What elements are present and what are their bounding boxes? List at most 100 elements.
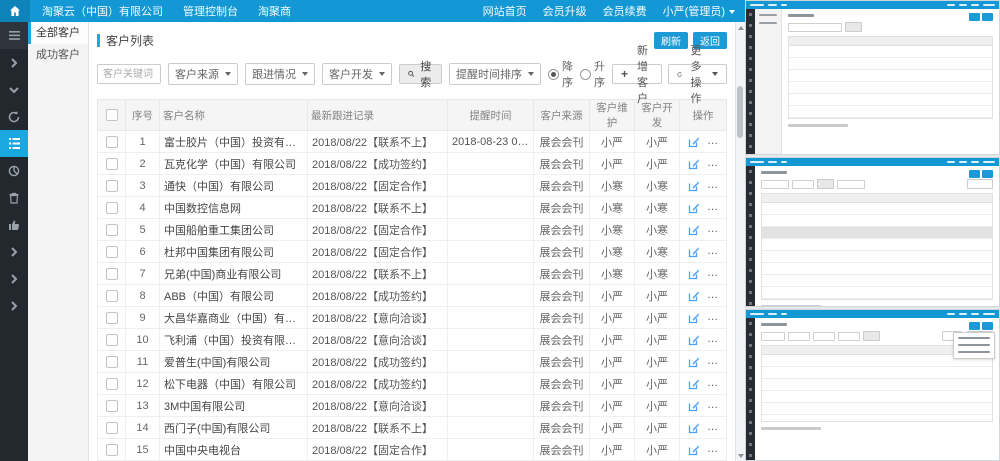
row-checkbox[interactable] [106, 334, 118, 346]
sort-asc-radio[interactable]: 升序 [580, 58, 605, 90]
nav-member-renew[interactable]: 会员续费 [603, 3, 647, 19]
sidebar-item-more-2[interactable] [0, 265, 28, 292]
edit-icon[interactable] [688, 136, 700, 148]
sidebar-item-all-customers[interactable]: 全部客户 [28, 22, 88, 44]
customer-developer: 小寒 [635, 241, 680, 263]
source-select[interactable]: 客户来源 [168, 63, 238, 85]
edit-icon[interactable] [688, 180, 700, 192]
edit-icon[interactable] [688, 246, 700, 258]
menu-icon [9, 31, 20, 40]
edit-icon[interactable] [688, 202, 700, 214]
preview-column [745, 0, 1000, 461]
scrollbar-down-arrow[interactable] [736, 451, 745, 460]
remind-time [448, 351, 534, 373]
row-checkbox[interactable] [106, 202, 118, 214]
row-checkbox[interactable] [106, 378, 118, 390]
delete-icon[interactable] [711, 400, 721, 412]
row-number: 10 [126, 329, 160, 351]
delete-icon[interactable] [711, 334, 721, 346]
more-actions-button[interactable]: 更多操作 [668, 64, 727, 84]
row-number: 7 [126, 263, 160, 285]
edit-icon[interactable] [688, 400, 700, 412]
delete-icon[interactable] [711, 180, 721, 192]
history-icon [8, 111, 20, 123]
delete-icon[interactable] [711, 378, 721, 390]
sidebar-item-more-1[interactable] [0, 238, 28, 265]
customer-row: 15 中国中央电视台 2018/08/22【固定合作】 展会会刊 小严 小严 [98, 439, 727, 461]
latest-record: 2018/08/22【成功签约】 [308, 373, 448, 395]
row-checkbox[interactable] [106, 246, 118, 258]
delete-icon[interactable] [711, 158, 721, 170]
sidebar-item-success-customers[interactable]: 成功客户 [28, 44, 88, 66]
sidebar-item-customer-list[interactable] [0, 130, 28, 157]
edit-icon[interactable] [688, 334, 700, 346]
nav-company[interactable]: 淘聚云（中国）有限公司 [42, 3, 163, 19]
customer-name: 中国数控信息网 [160, 197, 308, 219]
row-checkbox[interactable] [106, 180, 118, 192]
delete-icon[interactable] [711, 356, 721, 368]
edit-icon[interactable] [688, 312, 700, 324]
delete-icon[interactable] [711, 444, 721, 456]
sort-desc-radio[interactable]: 降序 [548, 58, 573, 90]
sort-select[interactable]: 提醒时间排序 [449, 63, 541, 85]
delete-icon[interactable] [711, 136, 721, 148]
row-checkbox[interactable] [106, 268, 118, 280]
preview-action-buttons [969, 13, 993, 21]
row-checkbox[interactable] [106, 158, 118, 170]
develop-select[interactable]: 客户开发 [322, 63, 392, 85]
delete-icon[interactable] [711, 268, 721, 280]
delete-icon[interactable] [711, 312, 721, 324]
edit-icon[interactable] [688, 444, 700, 456]
delete-icon[interactable] [711, 290, 721, 302]
sidebar-item-expand[interactable] [0, 49, 28, 76]
select-all-checkbox[interactable] [106, 109, 118, 121]
sidebar-item-collapse[interactable] [0, 76, 28, 103]
row-checkbox[interactable] [106, 422, 118, 434]
sidebar-item-more-3[interactable] [0, 292, 28, 319]
row-checkbox[interactable] [106, 312, 118, 324]
row-checkbox[interactable] [106, 400, 118, 412]
edit-icon[interactable] [688, 356, 700, 368]
scrollbar-up-arrow[interactable] [736, 23, 745, 32]
search-button[interactable]: 搜索 [399, 64, 442, 84]
delete-icon[interactable] [711, 224, 721, 236]
sidebar-item-recycle-bin[interactable] [0, 184, 28, 211]
row-number: 8 [126, 285, 160, 307]
edit-icon[interactable] [688, 224, 700, 236]
sidebar-item-statistics[interactable] [0, 157, 28, 184]
keyword-input[interactable] [97, 64, 161, 84]
edit-icon[interactable] [688, 268, 700, 280]
nav-member-upgrade[interactable]: 会员升级 [543, 3, 587, 19]
delete-icon[interactable] [711, 422, 721, 434]
edit-icon[interactable] [688, 378, 700, 390]
delete-icon[interactable] [711, 246, 721, 258]
edit-icon[interactable] [688, 422, 700, 434]
followup-select[interactable]: 跟进情况 [245, 63, 315, 85]
nav-site-home[interactable]: 网站首页 [483, 3, 527, 19]
sort-select-label: 提醒时间排序 [456, 66, 522, 82]
sidebar-item-history[interactable] [0, 103, 28, 130]
add-customer-button[interactable]: +新增客户 [612, 64, 662, 84]
vertical-scrollbar[interactable] [735, 22, 745, 461]
row-checkbox[interactable] [106, 356, 118, 368]
row-checkbox[interactable] [106, 224, 118, 236]
remind-time [448, 219, 534, 241]
refresh-button[interactable]: 刷新 [654, 32, 688, 49]
edit-icon[interactable] [688, 290, 700, 302]
row-checkbox[interactable] [106, 290, 118, 302]
home-button[interactable] [0, 0, 30, 22]
row-checkbox[interactable] [106, 136, 118, 148]
chevron-down-icon [225, 72, 231, 76]
sort-desc-label: 降序 [562, 58, 573, 90]
row-checkbox[interactable] [106, 444, 118, 456]
nav-product[interactable]: 淘聚商 [258, 3, 291, 19]
nav-admin-console[interactable]: 管理控制台 [183, 3, 238, 19]
scrollbar-thumb[interactable] [737, 86, 743, 138]
delete-icon[interactable] [711, 202, 721, 214]
sidebar-item-menu[interactable] [0, 22, 28, 49]
edit-icon[interactable] [688, 158, 700, 170]
user-menu[interactable]: 小严(管理员) [663, 3, 735, 19]
sidebar-item-performance[interactable] [0, 211, 28, 238]
more-actions-label: 更多操作 [686, 42, 706, 106]
icon-sidebar [0, 22, 28, 461]
